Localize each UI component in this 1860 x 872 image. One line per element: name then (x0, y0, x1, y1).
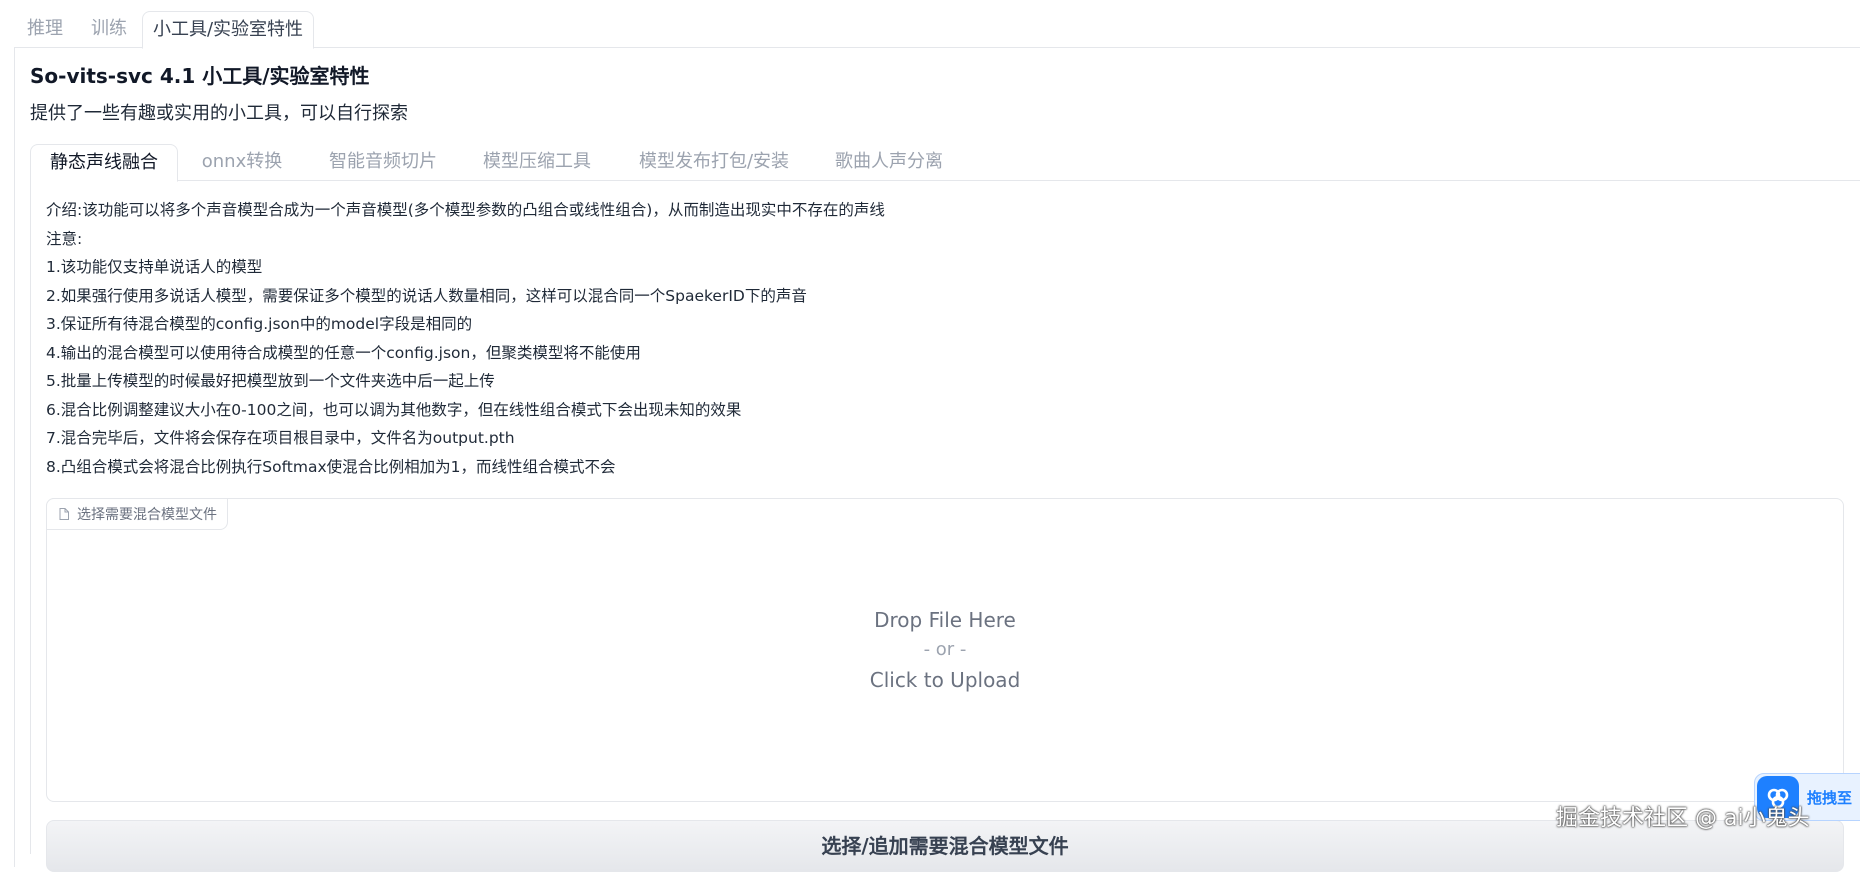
intro-note-1: 1.该功能仅支持单说话人的模型 (46, 258, 263, 276)
intro-text: 介绍:该功能可以将多个声音模型合成为一个声音模型(多个模型参数的凸组合或线性组合… (46, 196, 885, 481)
tab-model-compress[interactable]: 模型压缩工具 (462, 144, 612, 180)
intro-note-4: 4.输出的混合模型可以使用待合成模型的任意一个config.json，但聚类模型… (46, 343, 641, 362)
tab-training[interactable]: 训练 (78, 11, 140, 47)
intro-note-7: 7.混合完毕后，文件将会保存在项目根目录中，文件名为output.pth (46, 429, 515, 447)
page-title: So-vits-svc 4.1 小工具/实验室特性 (30, 64, 370, 88)
file-icon (59, 508, 69, 520)
tab-audio-slicer[interactable]: 智能音频切片 (308, 144, 458, 180)
intro-description: 介绍:该功能可以将多个声音模型合成为一个声音模型(多个模型参数的凸组合或线性组合… (46, 201, 885, 219)
drag-widget[interactable]: 拖拽至 (1754, 773, 1860, 821)
tab-vocal-separation[interactable]: 歌曲人声分离 (816, 144, 962, 180)
page-subtitle: 提供了一些有趣或实用的小工具，可以自行探索 (30, 103, 408, 124)
drag-widget-label: 拖拽至 (1807, 788, 1853, 807)
model-file-dropzone[interactable]: 选择需要混合模型文件 Drop File Here - or - Click t… (46, 498, 1844, 802)
drop-file-text: Drop File Here (874, 608, 1016, 632)
drop-or-text: - or - (923, 639, 967, 660)
intro-note-2: 2.如果强行使用多说话人模型，需要保证多个模型的说话人数量相同，这样可以混合同一… (46, 286, 807, 305)
juejin-logo-icon (1757, 776, 1799, 818)
tab-model-package[interactable]: 模型发布打包/安装 (616, 144, 812, 180)
intro-note-6: 6.混合比例调整建议大小在0-100之间，也可以调为其他数字，但在线性组合模式下… (46, 400, 742, 419)
intro-note-heading: 注意: (46, 229, 83, 248)
inner-tab-bar: 静态声线融合 onnx转换 智能音频切片 模型压缩工具 模型发布打包/安装 歌曲… (30, 144, 1860, 182)
tab-onnx-convert[interactable]: onnx转换 (180, 144, 304, 180)
top-tab-bar: 推理 训练 小工具/实验室特性 (14, 11, 1860, 49)
drop-instructions: Drop File Here - or - Click to Upload (47, 605, 1843, 695)
intro-note-8: 8.凸组合模式会将混合比例执行Softmax使混合比例相加为1，而线性组合模式不… (46, 457, 616, 476)
upload-label-text: 选择需要混合模型文件 (77, 507, 217, 523)
tab-inference[interactable]: 推理 (14, 11, 76, 47)
select-model-files-button[interactable]: 选择/追加需要混合模型文件 (46, 820, 1844, 872)
upload-label: 选择需要混合模型文件 (46, 498, 228, 530)
tab-static-voice-mix[interactable]: 静态声线融合 (30, 144, 178, 182)
tab-tools-lab[interactable]: 小工具/实验室特性 (142, 11, 314, 49)
intro-note-5: 5.批量上传模型的时候最好把模型放到一个文件夹选中后一起上传 (46, 372, 495, 390)
intro-note-3: 3.保证所有待混合模型的config.json中的model字段是相同的 (46, 315, 473, 333)
click-upload-text: Click to Upload (869, 668, 1021, 692)
